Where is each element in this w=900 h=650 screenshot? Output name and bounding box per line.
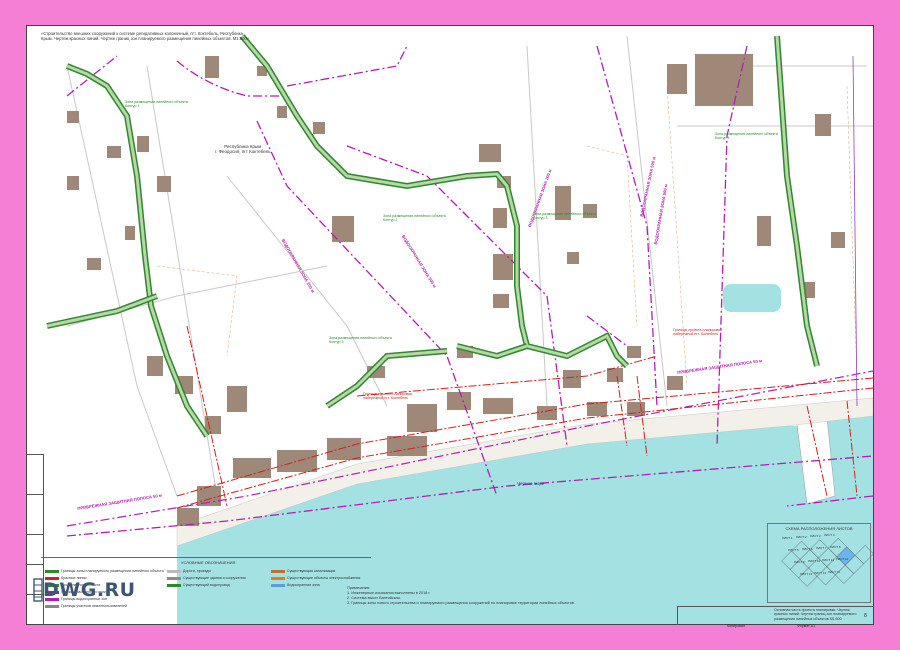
legend-item: Границы зоны планируемого размещения лин…	[45, 568, 164, 574]
placement-zone-label-1: Зона размещения линейного объекта Контур…	[125, 100, 188, 108]
scheme-sheet-label: ЛИСТ 2	[796, 535, 807, 539]
scheme-sheet-label: ЛИСТ 8	[830, 545, 841, 549]
settlement-boundary	[852, 55, 858, 407]
placement-zone-label-2: Зона размещения линейного объекта Контур…	[383, 214, 446, 222]
placement-zone-label-3: Зона размещения линейного объекта Контур…	[533, 212, 596, 220]
scheme-sheet-label: ЛИСТ 7	[816, 546, 827, 550]
legend-item: Существующая канализация	[271, 568, 335, 574]
notes-line-3: 3. Границы зоны нового строительства и п…	[347, 601, 575, 605]
pond	[723, 284, 781, 312]
format-label: Формат А1	[797, 624, 816, 628]
placement-zone-label-4: Зона размещения линейного объекта Контур…	[715, 132, 778, 140]
legend-item: Существующий водопровод	[167, 582, 230, 588]
legend-label: Существующая канализация	[287, 569, 336, 573]
sheet-scheme: СХЕМА РАСПОЛОЖЕНИЯ ЛИСТОВ ЛИСТ 1 ЛИСТ 2 ЛИ…	[767, 523, 871, 603]
title-block: Основная часть проекта планировки. Черте…	[677, 606, 874, 625]
title-block-sheet-no: 8	[864, 613, 867, 619]
title-block-description: Основная часть проекта планировки. Черте…	[774, 608, 857, 621]
legend-label: Существующие объекты электроснабжения	[287, 576, 361, 580]
legend-label: Дороги, проезды	[183, 569, 211, 573]
legend-label: Границы зоны планируемого размещения лин…	[61, 569, 164, 573]
sea-label: Черное море	[517, 481, 545, 486]
scheme-sheet-label: ЛИСТ 11	[822, 558, 834, 562]
scheme-sheet-label: ЛИСТ 4	[824, 533, 835, 537]
project-border-label-2: Границы проекта планировки набережной пг…	[673, 328, 723, 336]
scheme-sheet-label: ЛИСТ 15	[828, 570, 841, 574]
settlement-label: Республика Крым г. Феодосия, пгт Коктебе…	[215, 144, 271, 154]
legend-swatch	[45, 569, 59, 573]
legend-swatch	[271, 576, 285, 580]
scheme-sheet-label: ЛИСТ 1	[782, 536, 793, 540]
scheme-sheet-label: ЛИСТ 10	[808, 559, 821, 563]
scheme-sheet-label: ЛИСТ 5	[788, 548, 799, 552]
scheme-sheet-label: ЛИСТ 9	[794, 560, 805, 564]
watermark-logo: DWG.RU	[31, 577, 135, 607]
scheme-sheet-label: ЛИСТ 12	[836, 557, 849, 561]
legend-item: Существующие здания и сооружения	[167, 575, 246, 581]
legend-title: УСЛОВНЫЕ ОБОЗНАЧЕНИЯ	[181, 560, 236, 565]
drawing-sheet: «Строительство внешних сооружений к сист…	[26, 25, 874, 628]
title-note: «Строительство внешних сооружений к сист…	[41, 31, 250, 41]
legend-item: Водоохранная зона	[271, 582, 320, 588]
legend-item: Дороги, проезды	[167, 568, 211, 574]
scheme-sheet-label: ЛИСТ 3	[810, 534, 821, 538]
legend-label: Существующий водопровод	[183, 583, 230, 587]
legend-label: Существующие здания и сооружения	[183, 576, 246, 580]
legend-swatch	[271, 569, 285, 573]
sheet-scheme-title: СХЕМА РАСПОЛОЖЕНИЯ ЛИСТОВ	[785, 526, 853, 531]
legend-swatch	[271, 583, 285, 587]
project-border-label-1: Границы проекта планировки набережной пг…	[363, 392, 413, 400]
copied-label: Копировал	[727, 624, 746, 628]
scheme-sheet-label: ЛИСТ 14	[814, 571, 827, 575]
legend-swatch	[167, 583, 181, 587]
scheme-sheet-label: ЛИСТ 6	[802, 547, 813, 551]
logo-text: DWG.RU	[43, 579, 136, 601]
legend-label: Водоохранная зона	[287, 583, 320, 587]
scheme-sheet-label: ЛИСТ 13	[800, 572, 813, 576]
parcel-boundaries	[156, 85, 858, 387]
placement-zone-label-5: Зона размещения линейного объекта Контур…	[329, 336, 392, 344]
legend-item: Существующие объекты электроснабжения	[271, 575, 360, 581]
legend-swatch	[167, 576, 181, 580]
map-canvas	[46, 34, 873, 624]
legend-swatch	[167, 569, 181, 573]
notes: Примечания: 1. Инженерные изыскания выпо…	[347, 586, 647, 606]
